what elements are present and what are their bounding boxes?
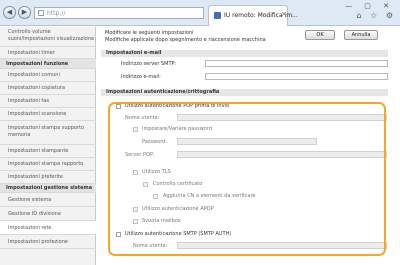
page-icon <box>38 10 44 16</box>
email-address-label: Indirizzo e-mail: <box>121 74 161 80</box>
sidebar-header-system: Impostazioni gestione sistema <box>0 184 96 193</box>
email-address-input[interactable] <box>205 73 388 80</box>
forward-icon: ▶ <box>21 8 28 16</box>
ok-button[interactable]: OK <box>305 30 335 40</box>
sidebar: Controllo volume suoni/Impostazioni visu… <box>0 27 96 265</box>
email-section-header: Impostazioni e-mail <box>101 50 388 57</box>
smtp-server-input[interactable] <box>205 60 388 67</box>
cancel-button[interactable]: Annulla <box>344 30 378 40</box>
sidebar-item-fax[interactable]: Impostazioni fax <box>0 95 96 108</box>
sidebar-item-scan[interactable]: Impostazioni scansione <box>0 108 96 121</box>
sidebar-header-functions: Impostazioni funzione <box>0 59 96 69</box>
sidebar-item-printer[interactable]: Impostazioni stampante <box>0 145 96 158</box>
sidebar-item-network[interactable]: Impostazioni rete <box>0 221 96 235</box>
smtp-server-label: Indirizzo server SMTP: <box>121 61 177 67</box>
sidebar-item-system-management[interactable]: Gestione sistema <box>0 193 96 207</box>
auth-section-header: Impostazioni autenticazione/crittografia <box>101 89 388 96</box>
forward-button[interactable]: ▶ <box>18 6 31 19</box>
tab-favicon-icon <box>214 12 221 19</box>
address-bar[interactable]: http:// <box>34 7 204 19</box>
sidebar-item-report[interactable]: Impostazioni stampa rapporto <box>0 158 96 171</box>
sidebar-item-common[interactable]: Impostazioni comuni <box>0 69 96 82</box>
tab-close-icon[interactable]: × <box>281 10 287 18</box>
intro-line-2: Modifiche applicate dopo spegnimento e r… <box>105 37 266 43</box>
sidebar-item-security[interactable]: Impostazioni protezione <box>0 235 96 249</box>
browser-tab[interactable]: IU remoto: Modifica im... × <box>208 5 298 26</box>
window-controls[interactable]: — ▢ ✕ <box>345 2 394 10</box>
sidebar-item-favorites[interactable]: Impostazioni preferite <box>0 171 96 184</box>
address-url: http:// <box>47 10 66 17</box>
sidebar-item-volume[interactable]: Controllo volume suoni/Impostazioni visu… <box>0 27 96 47</box>
back-button[interactable]: ◀ <box>3 6 16 19</box>
sidebar-item-memory-print[interactable]: Impostazioni stampa supporto memoria <box>0 121 96 145</box>
sidebar-item-timer[interactable]: Impostazioni timer <box>0 47 96 59</box>
highlight-frame <box>108 102 386 256</box>
browser-titlebar: ◀ ▶ http:// IU remoto: Modifica im... × … <box>0 0 400 26</box>
sidebar-item-department-id[interactable]: Gestione ID divisione <box>0 207 96 221</box>
sidebar-item-copy[interactable]: Impostazioni copiatura <box>0 82 96 95</box>
toolbar-icons[interactable]: ⌂ ☆ ⚙ <box>356 11 396 20</box>
intro-text: Modificare le seguenti impostazioni Modi… <box>105 30 266 44</box>
intro-line-1: Modificare le seguenti impostazioni <box>105 30 194 36</box>
back-icon: ◀ <box>6 8 13 16</box>
